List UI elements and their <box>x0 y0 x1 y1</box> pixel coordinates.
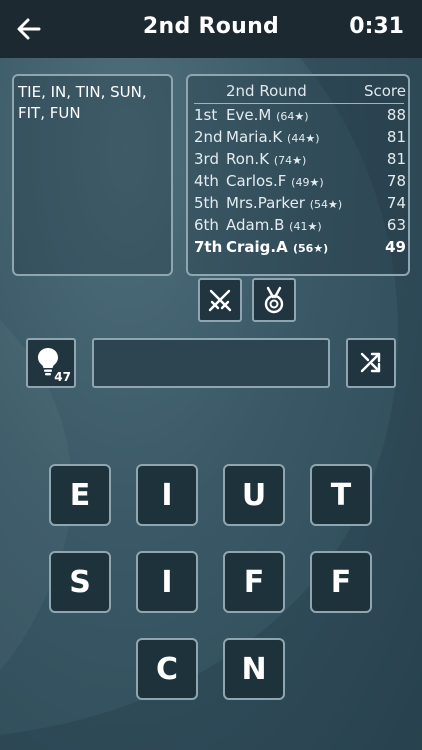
row-player-name: Ron.K <box>226 150 270 168</box>
row-player-name: Eve.M <box>226 106 272 124</box>
letter-tile[interactable]: I <box>136 464 198 526</box>
row-player-stars: (44★) <box>287 132 320 145</box>
leaderboard-divider <box>194 103 404 104</box>
letter-tile[interactable]: I <box>136 551 198 613</box>
found-words-panel: TIE, IN, TIN, SUN, FIT, FUN <box>12 74 173 276</box>
letter-tile[interactable]: T <box>310 464 372 526</box>
leaderboard-panel: 2nd Round Score 1st Eve.M (64★) 88 2nd M… <box>186 74 410 276</box>
shuffle-icon <box>360 352 381 373</box>
leaderboard-row: 4th Carlos.F (49★) 78 <box>188 172 408 194</box>
leaderboard-score-label: Score <box>363 82 406 100</box>
letter-tile[interactable]: E <box>49 464 111 526</box>
hint-count-badge: 47 <box>54 370 71 384</box>
row-rank: 3rd <box>194 150 219 168</box>
arrow-left-icon <box>17 18 41 40</box>
row-score: 81 <box>386 128 406 146</box>
shuffle-button[interactable] <box>346 338 396 388</box>
medal-icon <box>264 286 284 314</box>
row-player-name: Maria.K <box>226 128 283 146</box>
leaderboard-row-current-player: 7th Craig.A (56★) 49 <box>188 238 408 260</box>
letter-tile[interactable]: C <box>136 638 198 700</box>
row-rank: 6th <box>194 216 219 234</box>
row-player-stars: (54★) <box>309 198 343 211</box>
leaderboard-header: 2nd Round Score <box>188 82 408 102</box>
crossed-swords-icon <box>208 289 232 312</box>
leaderboard-row: 3rd Ron.K (74★) 81 <box>188 150 408 172</box>
letter-tile[interactable]: F <box>310 551 372 613</box>
round-timer: 0:31 <box>349 14 404 39</box>
leaderboard-row: 5th Mrs.Parker (54★) 74 <box>188 194 408 216</box>
row-player-stars: (49★) <box>291 176 324 189</box>
found-words-list: TIE, IN, TIN, SUN, FIT, FUN <box>18 83 147 122</box>
top-bar: 2nd Round 0:31 <box>0 0 422 58</box>
row-rank: 1st <box>194 106 218 124</box>
row-player-stars: (41★) <box>289 220 322 233</box>
letter-tile[interactable]: N <box>223 638 285 700</box>
row-rank: 7th <box>194 238 223 256</box>
letter-tile[interactable]: S <box>49 551 111 613</box>
row-score: 88 <box>386 106 406 124</box>
row-score: 81 <box>386 150 406 168</box>
row-player-stars: (74★) <box>273 154 307 167</box>
word-input-field[interactable] <box>92 338 330 388</box>
row-rank: 4th <box>194 172 219 190</box>
row-score: 49 <box>385 238 406 256</box>
leaderboard-row: 2nd Maria.K (44★) 81 <box>188 128 408 150</box>
letter-tile[interactable]: U <box>223 464 285 526</box>
row-player-stars: (56★) <box>292 242 329 255</box>
row-player-name: Mrs.Parker <box>226 194 305 212</box>
row-player-stars: (64★) <box>276 110 309 123</box>
leaderboard-title: 2nd Round <box>226 82 307 100</box>
row-score: 74 <box>386 194 406 212</box>
row-rank: 2nd <box>194 128 223 146</box>
row-score: 78 <box>386 172 406 190</box>
battle-button[interactable] <box>198 278 242 322</box>
medal-button[interactable] <box>252 278 296 322</box>
leaderboard-row: 1st Eve.M (64★) 88 <box>188 106 408 128</box>
row-player-name: Craig.A <box>226 238 288 256</box>
back-button[interactable] <box>12 12 46 46</box>
row-player-name: Adam.B <box>226 216 285 234</box>
leaderboard-row: 6th Adam.B (41★) 63 <box>188 216 408 238</box>
row-rank: 5th <box>194 194 219 212</box>
row-score: 63 <box>386 216 406 234</box>
letter-tile[interactable]: F <box>223 551 285 613</box>
round-title: 2nd Round <box>142 14 280 39</box>
row-player-name: Carlos.F <box>226 172 287 190</box>
hint-button[interactable]: 47 <box>26 338 76 388</box>
